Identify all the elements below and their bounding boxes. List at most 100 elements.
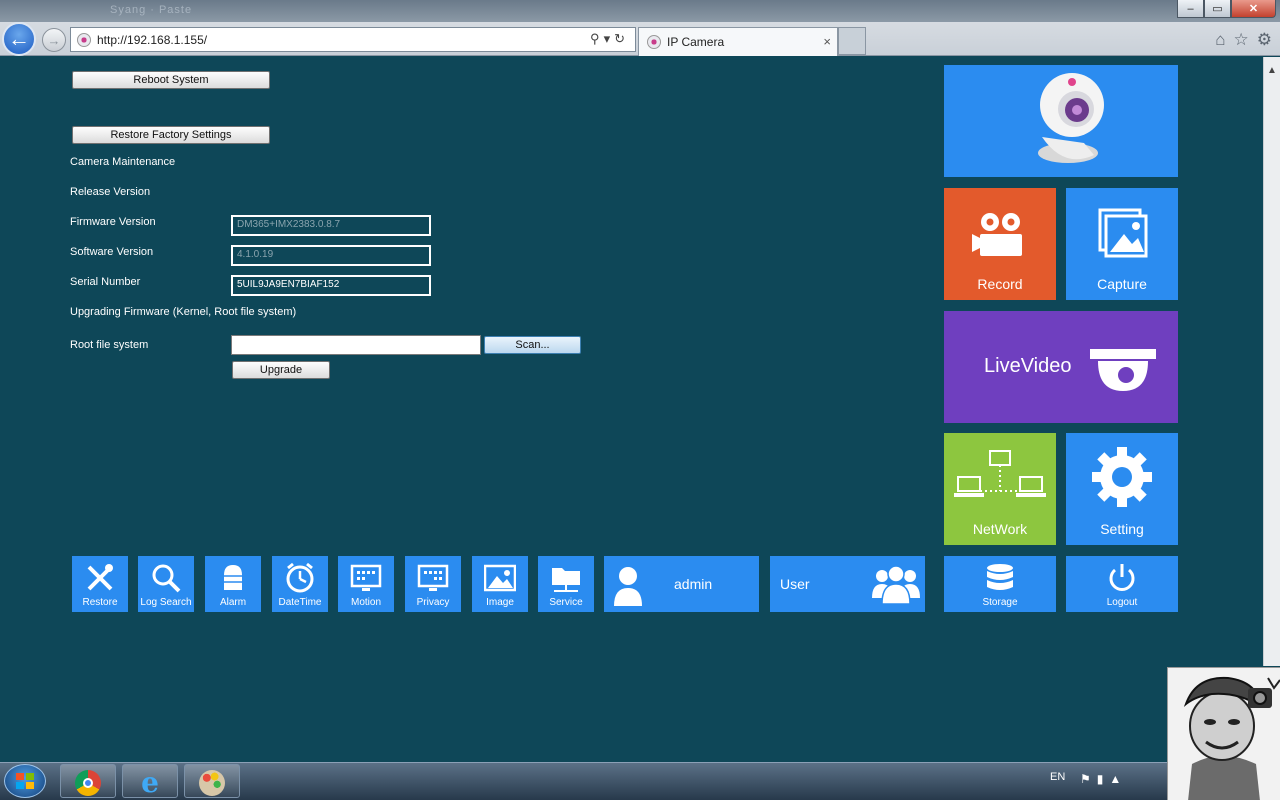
refresh-icon[interactable]: ↻	[614, 31, 629, 46]
image-picture-icon	[484, 564, 516, 592]
taskbar-paint-app[interactable]	[184, 764, 240, 798]
software-version-label: Software Version	[70, 246, 154, 258]
home-icon[interactable]: ⌂	[1215, 30, 1225, 50]
tab-title: IP Camera	[667, 35, 725, 49]
close-window-button[interactable]: ✕	[1231, 0, 1276, 18]
site-favicon-icon	[77, 32, 91, 47]
back-button[interactable]: ←	[2, 22, 36, 56]
address-url[interactable]: http://192.168.1.155/	[97, 33, 207, 47]
alarm-tile[interactable]: Alarm	[205, 556, 261, 612]
network-tile[interactable]: NetWork	[944, 433, 1056, 545]
serial-number-field: 5UIL9JA9EN7BIAF152	[231, 275, 431, 296]
dropdown-icon[interactable]: ▾	[604, 31, 615, 46]
back-arrow-icon: ←	[8, 26, 30, 51]
user-icon	[614, 567, 642, 606]
capture-label: Capture	[1097, 276, 1147, 292]
upgrading-firmware-label: Upgrading Firmware (Kernel, Root file sy…	[70, 306, 297, 318]
datetime-tile[interactable]: DateTime	[272, 556, 328, 612]
admin-tile[interactable]: admin	[604, 556, 759, 612]
setting-label: Setting	[1100, 521, 1144, 537]
system-tray-icons[interactable]: ⚑▮▲	[1080, 772, 1127, 786]
serial-number-label: Serial Number	[70, 276, 141, 288]
root-file-system-input[interactable]	[231, 335, 481, 355]
cartoon-avatar-overlay	[1167, 667, 1280, 800]
favorites-star-icon[interactable]: ☆	[1234, 30, 1249, 50]
browser-toolbar-icons: ⌂ ☆ ⚙	[1215, 30, 1272, 50]
service-label: Service	[549, 597, 583, 608]
new-tab-button[interactable]	[838, 27, 866, 55]
maximize-button[interactable]: ▭	[1204, 0, 1231, 18]
users-group-icon	[872, 565, 920, 605]
service-tile[interactable]: Service	[538, 556, 594, 612]
scroll-up-arrow-icon[interactable]: ▲	[1267, 65, 1277, 76]
language-indicator[interactable]: EN	[1050, 771, 1065, 783]
motion-tile[interactable]: Motion	[338, 556, 394, 612]
clock-icon	[286, 562, 314, 593]
storage-label: Storage	[982, 597, 1018, 608]
scan-button[interactable]: Scan...	[484, 336, 581, 354]
release-version-label: Release Version	[70, 186, 151, 198]
network-label: NetWork	[972, 521, 1028, 537]
setting-tile[interactable]: Setting	[1066, 433, 1178, 545]
admin-label: admin	[674, 576, 713, 592]
address-bar[interactable]: http://192.168.1.155/ ⚲▾↻	[70, 27, 636, 52]
capture-tile[interactable]: Capture	[1066, 188, 1178, 300]
user-tile[interactable]: User	[770, 556, 925, 612]
tab-close-icon[interactable]: ×	[823, 34, 831, 49]
privacy-tile[interactable]: Privacy	[405, 556, 461, 612]
motion-label: Motion	[350, 597, 381, 608]
image-tile[interactable]: Image	[472, 556, 528, 612]
address-tools[interactable]: ⚲▾↻	[590, 31, 629, 47]
paint-palette-icon	[199, 770, 225, 796]
log-search-tile[interactable]: Log Search	[138, 556, 194, 612]
firmware-version-field: DM365+IMX2383.0.8.7	[231, 215, 431, 236]
tab-ip-camera[interactable]: IP Camera ×	[638, 27, 838, 56]
folder-network-icon	[552, 568, 580, 592]
network-status-icon[interactable]: ⚑	[1080, 772, 1097, 786]
restore-tile[interactable]: Restore	[72, 556, 128, 612]
camera-maintenance-heading: Camera Maintenance	[70, 156, 176, 168]
logout-tile[interactable]: Logout	[1066, 556, 1178, 612]
volume-icon[interactable]: ▮	[1097, 772, 1110, 786]
forward-button[interactable]: →	[42, 28, 66, 52]
search-icon[interactable]: ⚲	[590, 31, 604, 46]
power-icon	[1109, 564, 1135, 591]
windows-logo-icon	[16, 773, 34, 789]
log-search-label: Log Search	[140, 597, 192, 608]
root-file-system-label: Root file system	[70, 339, 149, 351]
minimize-button[interactable]: –	[1177, 0, 1204, 18]
restore-factory-settings-button[interactable]: Restore Factory Settings	[72, 126, 270, 144]
taskbar-ie-app[interactable]: e	[122, 764, 178, 798]
reboot-system-button[interactable]: Reboot System	[72, 71, 270, 89]
forward-arrow-icon: →	[47, 32, 61, 48]
privacy-monitor-icon	[417, 564, 449, 591]
dome-camera-icon	[1090, 349, 1156, 391]
record-label: Record	[977, 276, 1023, 292]
restore-label: Restore	[82, 597, 118, 608]
software-version-field: 4.1.0.19	[231, 245, 431, 266]
image-label: Image	[486, 597, 514, 608]
gear-icon	[1092, 447, 1152, 507]
storage-tile[interactable]: Storage	[944, 556, 1056, 612]
alarm-label: Alarm	[219, 597, 247, 608]
magnifier-icon	[152, 564, 181, 593]
record-tile[interactable]: Record	[944, 188, 1056, 300]
livevideo-label: LiveVideo	[984, 355, 1072, 377]
photo-capture-icon	[1098, 208, 1148, 258]
user-label: User	[780, 576, 810, 592]
network-icon	[954, 450, 1046, 497]
database-storage-icon	[987, 564, 1013, 590]
video-camera-icon	[972, 213, 1022, 256]
datetime-label: DateTime	[278, 597, 322, 608]
vertical-scrollbar[interactable]: ▲	[1263, 57, 1280, 666]
logout-label: Logout	[1106, 597, 1138, 608]
taskbar-chrome-app[interactable]	[60, 764, 116, 798]
tools-gear-icon[interactable]: ⚙	[1257, 30, 1272, 50]
start-button[interactable]	[4, 764, 46, 798]
upgrade-button[interactable]: Upgrade	[232, 361, 330, 379]
window-controls: – ▭ ✕	[1177, 0, 1276, 18]
internet-explorer-icon: e	[141, 766, 159, 799]
livevideo-tile[interactable]: LiveVideo	[944, 311, 1178, 423]
camera-home-tile[interactable]	[944, 65, 1178, 177]
signal-icon[interactable]: ▲	[1109, 772, 1127, 786]
